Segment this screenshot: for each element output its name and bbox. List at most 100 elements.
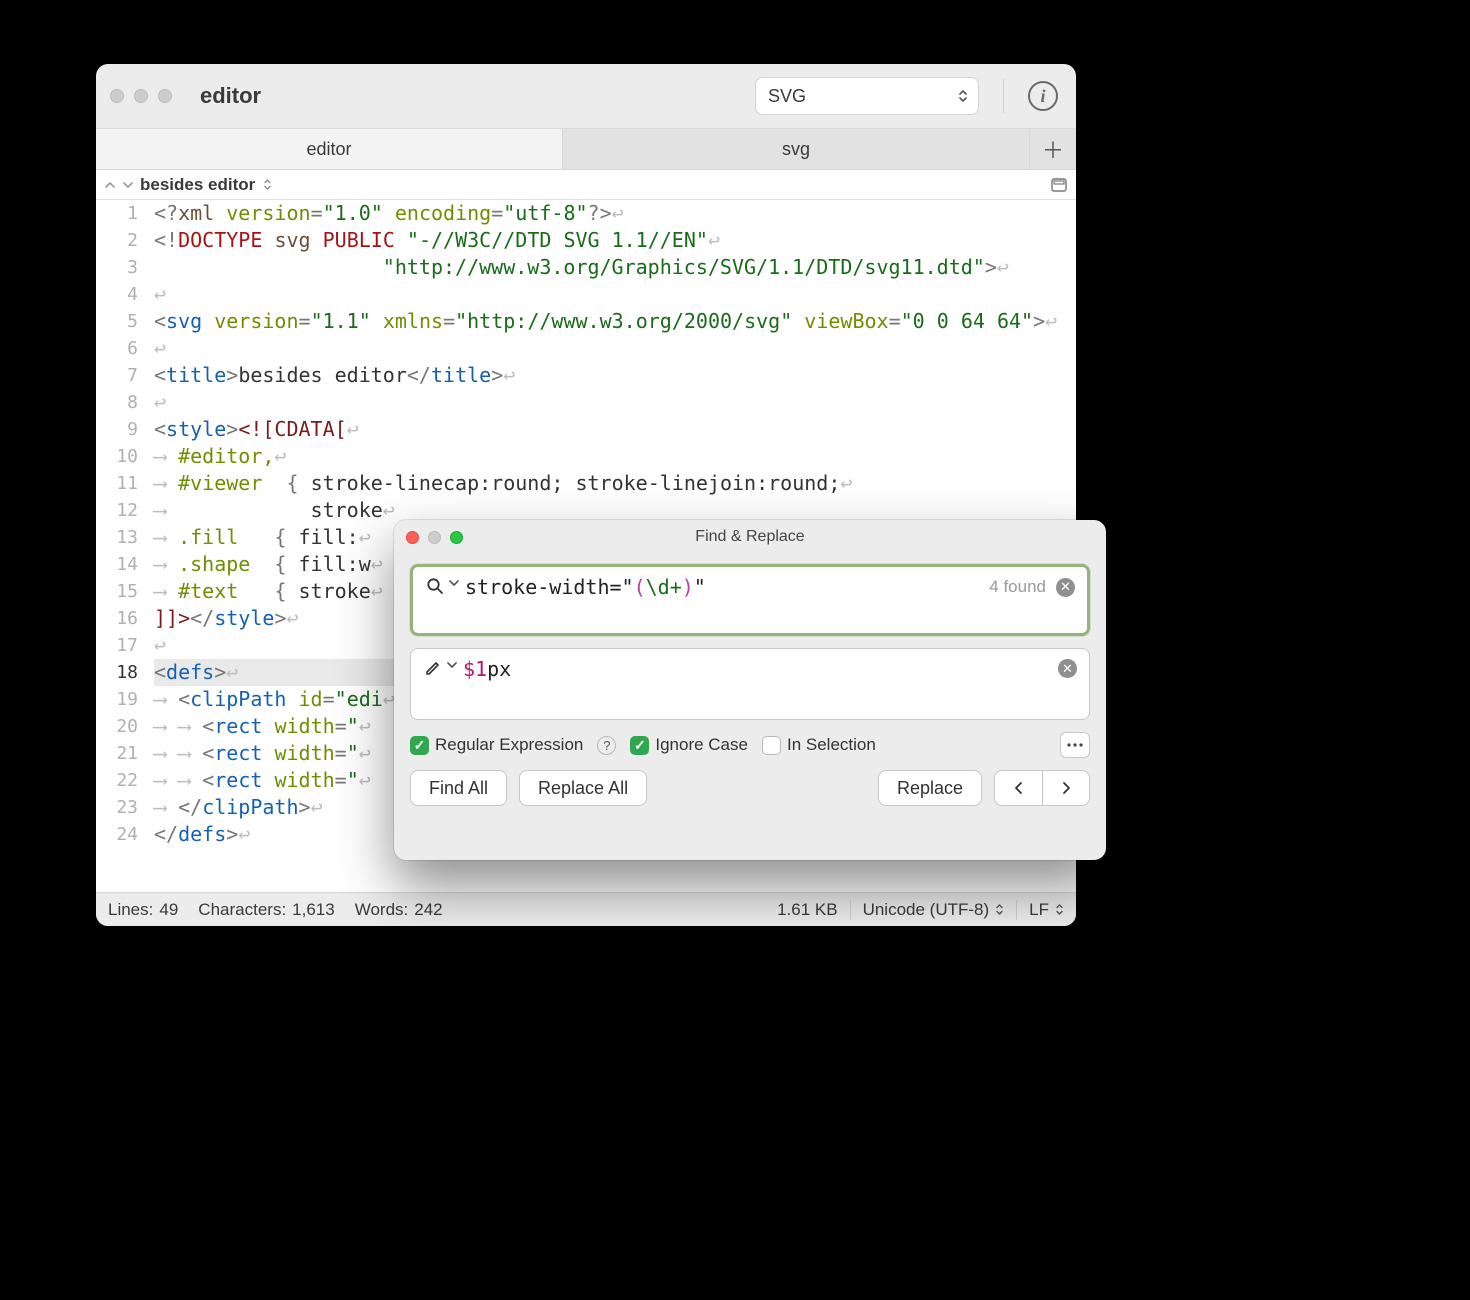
code-line[interactable]: 7<title>besides editor</title>↩ — [154, 362, 1076, 389]
code-line[interactable]: 8↩ — [154, 389, 1076, 416]
search-icon — [425, 577, 445, 595]
find-window-controls — [406, 531, 463, 544]
status-chars-value: 1,613 — [292, 900, 335, 920]
line-number: 3 — [96, 254, 138, 281]
more-options-button[interactable] — [1060, 732, 1090, 758]
option-in-selection[interactable]: In Selection — [762, 735, 876, 755]
line-number: 12 — [96, 497, 138, 524]
tab-editor[interactable]: editor — [96, 129, 563, 169]
replace-field[interactable]: $1px ✕ — [410, 648, 1090, 720]
find-all-button[interactable]: Find All — [410, 770, 507, 806]
status-encoding: Unicode (UTF-8) — [863, 900, 990, 920]
titlebar: editor SVG i — [96, 64, 1076, 128]
chevron-down-icon[interactable] — [447, 661, 457, 669]
tab-label: svg — [782, 139, 810, 160]
line-number: 24 — [96, 821, 138, 848]
chevron-updown-icon[interactable] — [263, 178, 272, 191]
divider — [1003, 79, 1004, 113]
line-endings-selector[interactable]: LF — [1029, 900, 1064, 920]
chevron-up-icon[interactable] — [104, 180, 116, 190]
line-number: 9 — [96, 416, 138, 443]
expand-icon[interactable] — [1050, 176, 1068, 194]
line-number: 4 — [96, 281, 138, 308]
code-line[interactable]: 3 "http://www.w3.org/Graphics/SVG/1.1/DT… — [154, 254, 1076, 281]
tab-label: editor — [306, 139, 351, 160]
find-titlebar: Find & Replace — [394, 520, 1106, 554]
tabs-bar: editor svg ＋ — [96, 128, 1076, 170]
add-tab-button[interactable]: ＋ — [1030, 129, 1076, 169]
clear-search-icon[interactable]: ✕ — [1056, 578, 1075, 597]
code-line[interactable]: 5<svg version="1.1" xmlns="http://www.w3… — [154, 308, 1076, 335]
line-number: 7 — [96, 362, 138, 389]
line-number: 15 — [96, 578, 138, 605]
match-count: 4 found — [989, 577, 1046, 597]
line-number: 23 — [96, 794, 138, 821]
status-bar: Lines: 49 Characters: 1,613 Words: 242 1… — [96, 892, 1076, 926]
line-number: 16 — [96, 605, 138, 632]
code-line[interactable]: 11⟶ #viewer { stroke-linecap:round; stro… — [154, 470, 1076, 497]
code-line[interactable]: 6↩ — [154, 335, 1076, 362]
option-regex[interactable]: Regular Expression — [410, 735, 583, 755]
line-number: 10 — [96, 443, 138, 470]
chevron-updown-icon — [1055, 903, 1064, 916]
breadcrumb-text[interactable]: besides editor — [140, 175, 255, 195]
zoom-window-icon[interactable] — [450, 531, 463, 544]
line-number: 18 — [96, 659, 138, 686]
status-filesize: 1.61 KB — [777, 900, 838, 920]
encoding-selector[interactable]: Unicode (UTF-8) — [863, 900, 1005, 920]
minimize-window-icon[interactable] — [428, 531, 441, 544]
plus-icon: ＋ — [1042, 133, 1064, 165]
line-number: 2 — [96, 227, 138, 254]
window-controls — [110, 89, 172, 103]
checkbox-checked-icon[interactable] — [410, 736, 429, 755]
find-options: Regular Expression ? Ignore Case In Sele… — [410, 732, 1090, 758]
replace-all-button[interactable]: Replace All — [519, 770, 647, 806]
chevron-updown-icon — [958, 89, 968, 103]
checkbox-icon[interactable] — [762, 736, 781, 755]
line-number: 20 — [96, 713, 138, 740]
option-ignore-case[interactable]: Ignore Case — [630, 735, 748, 755]
line-number: 8 — [96, 389, 138, 416]
minimize-window-icon[interactable] — [134, 89, 148, 103]
status-lineendings: LF — [1029, 900, 1049, 920]
zoom-window-icon[interactable] — [158, 89, 172, 103]
replace-button[interactable]: Replace — [878, 770, 982, 806]
close-window-icon[interactable] — [110, 89, 124, 103]
next-match-button[interactable] — [1042, 770, 1090, 806]
line-number: 21 — [96, 740, 138, 767]
info-icon[interactable]: i — [1028, 81, 1058, 111]
code-line[interactable]: 9<style><![CDATA[↩ — [154, 416, 1076, 443]
code-line[interactable]: 1<?xml version="1.0" encoding="utf-8"?>↩ — [154, 200, 1076, 227]
window-title: editor — [200, 83, 261, 109]
line-number: 19 — [96, 686, 138, 713]
clear-replace-icon[interactable]: ✕ — [1058, 659, 1077, 678]
code-line[interactable]: 10⟶ #editor,↩ — [154, 443, 1076, 470]
replace-input-text: $1px — [463, 657, 511, 681]
status-lines-value: 49 — [159, 900, 178, 920]
chevron-down-icon[interactable] — [122, 180, 134, 190]
tab-svg[interactable]: svg — [563, 129, 1030, 169]
find-replace-panel: Find & Replace stroke-width="(\d+)" 4 fo… — [394, 520, 1106, 860]
close-window-icon[interactable] — [406, 531, 419, 544]
line-number: 1 — [96, 200, 138, 227]
find-buttons: Find All Replace All Replace — [410, 770, 1090, 806]
search-input-text: stroke-width="(\d+)" — [465, 575, 706, 599]
checkbox-checked-icon[interactable] — [630, 736, 649, 755]
status-lines-label: Lines: — [108, 900, 153, 920]
syntax-selector-value: SVG — [768, 86, 806, 107]
line-number: 22 — [96, 767, 138, 794]
code-line[interactable]: 2<!DOCTYPE svg PUBLIC "-//W3C//DTD SVG 1… — [154, 227, 1076, 254]
help-icon[interactable]: ? — [597, 736, 616, 755]
line-number: 5 — [96, 308, 138, 335]
breadcrumb-bar: besides editor — [96, 170, 1076, 200]
syntax-selector[interactable]: SVG — [755, 77, 979, 115]
line-number: 14 — [96, 551, 138, 578]
pencil-icon — [423, 659, 443, 677]
line-number: 17 — [96, 632, 138, 659]
chevron-down-icon[interactable] — [449, 579, 459, 587]
line-number: 13 — [96, 524, 138, 551]
search-field[interactable]: stroke-width="(\d+)" 4 found ✕ — [410, 564, 1090, 636]
code-line[interactable]: 4↩ — [154, 281, 1076, 308]
prev-match-button[interactable] — [994, 770, 1042, 806]
line-number: 6 — [96, 335, 138, 362]
